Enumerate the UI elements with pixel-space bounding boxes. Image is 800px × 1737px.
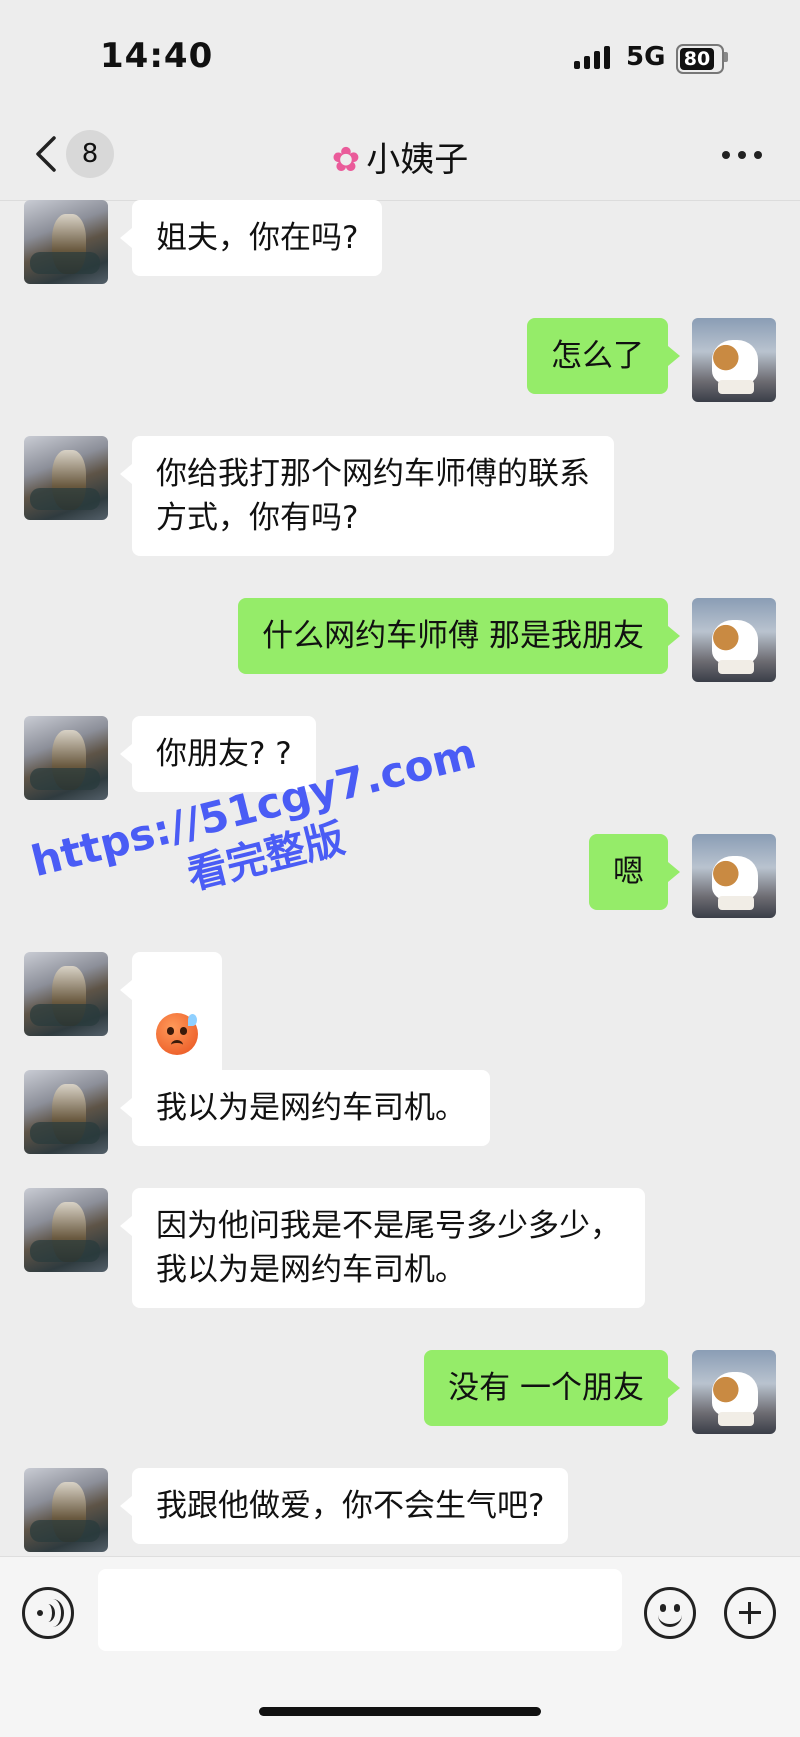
message-bubble[interactable]: 你朋友? ? — [120, 716, 316, 792]
avatar[interactable] — [24, 952, 108, 1036]
avatar[interactable] — [24, 1070, 108, 1154]
status-time: 14:40 — [100, 36, 214, 76]
network-type: 5G — [626, 42, 666, 72]
message-input[interactable] — [98, 1569, 622, 1651]
avatar[interactable] — [692, 598, 776, 682]
battery-icon: 80 — [676, 44, 724, 74]
input-bar — [0, 1556, 800, 1737]
avatar[interactable] — [24, 436, 108, 520]
more-options-icon[interactable] — [718, 140, 766, 170]
avatar[interactable] — [692, 1350, 776, 1434]
battery-cap — [724, 52, 728, 62]
message-bubble[interactable]: 什么网约车师傅 那是我朋友 — [238, 598, 680, 674]
status-bar: 14:40 5G 80 — [0, 0, 800, 110]
avatar[interactable] — [692, 318, 776, 402]
chat-header: 8 ✿ 小姨子 — [0, 110, 800, 201]
more-actions-plus-icon[interactable] — [724, 1587, 776, 1639]
message-bubble[interactable]: 我跟他做爱，你不会生气吧? — [119, 1468, 569, 1544]
avatar[interactable] — [24, 1188, 108, 1272]
home-indicator[interactable] — [259, 1707, 541, 1716]
message-bubble[interactable]: 我以为是网约车司机。 — [120, 1070, 490, 1146]
message-bubble[interactable]: 没有 一个朋友 — [424, 1350, 680, 1426]
chat-title-text: 小姨子 — [366, 140, 469, 180]
sweat-face-emoji-icon — [156, 1013, 198, 1055]
voice-input-icon[interactable] — [22, 1587, 74, 1639]
avatar[interactable] — [24, 200, 108, 284]
signal-icon — [574, 46, 610, 69]
message-list[interactable]: 姐夫，你在吗? 怎么了 你给我打那个网约车师傅的联系 方式，你有吗? 什么网约车… — [0, 200, 800, 1556]
emoji-picker-icon[interactable] — [644, 1587, 696, 1639]
flower-icon: ✿ — [331, 140, 361, 180]
message-bubble[interactable]: 怎么了 — [527, 318, 680, 394]
message-bubble[interactable]: 嗯 — [589, 834, 680, 910]
message-bubble[interactable]: 姐夫，你在吗? — [119, 200, 383, 276]
avatar[interactable] — [24, 1468, 108, 1552]
avatar[interactable] — [24, 716, 108, 800]
message-bubble[interactable]: 你给我打那个网约车师傅的联系 方式，你有吗? — [120, 436, 614, 556]
battery-level: 80 — [683, 48, 711, 70]
chat-title: ✿ 小姨子 — [0, 132, 800, 181]
message-bubble[interactable]: 因为他问我是不是尾号多少多少， 我以为是网约车司机。 — [120, 1188, 645, 1308]
avatar[interactable] — [692, 834, 776, 918]
